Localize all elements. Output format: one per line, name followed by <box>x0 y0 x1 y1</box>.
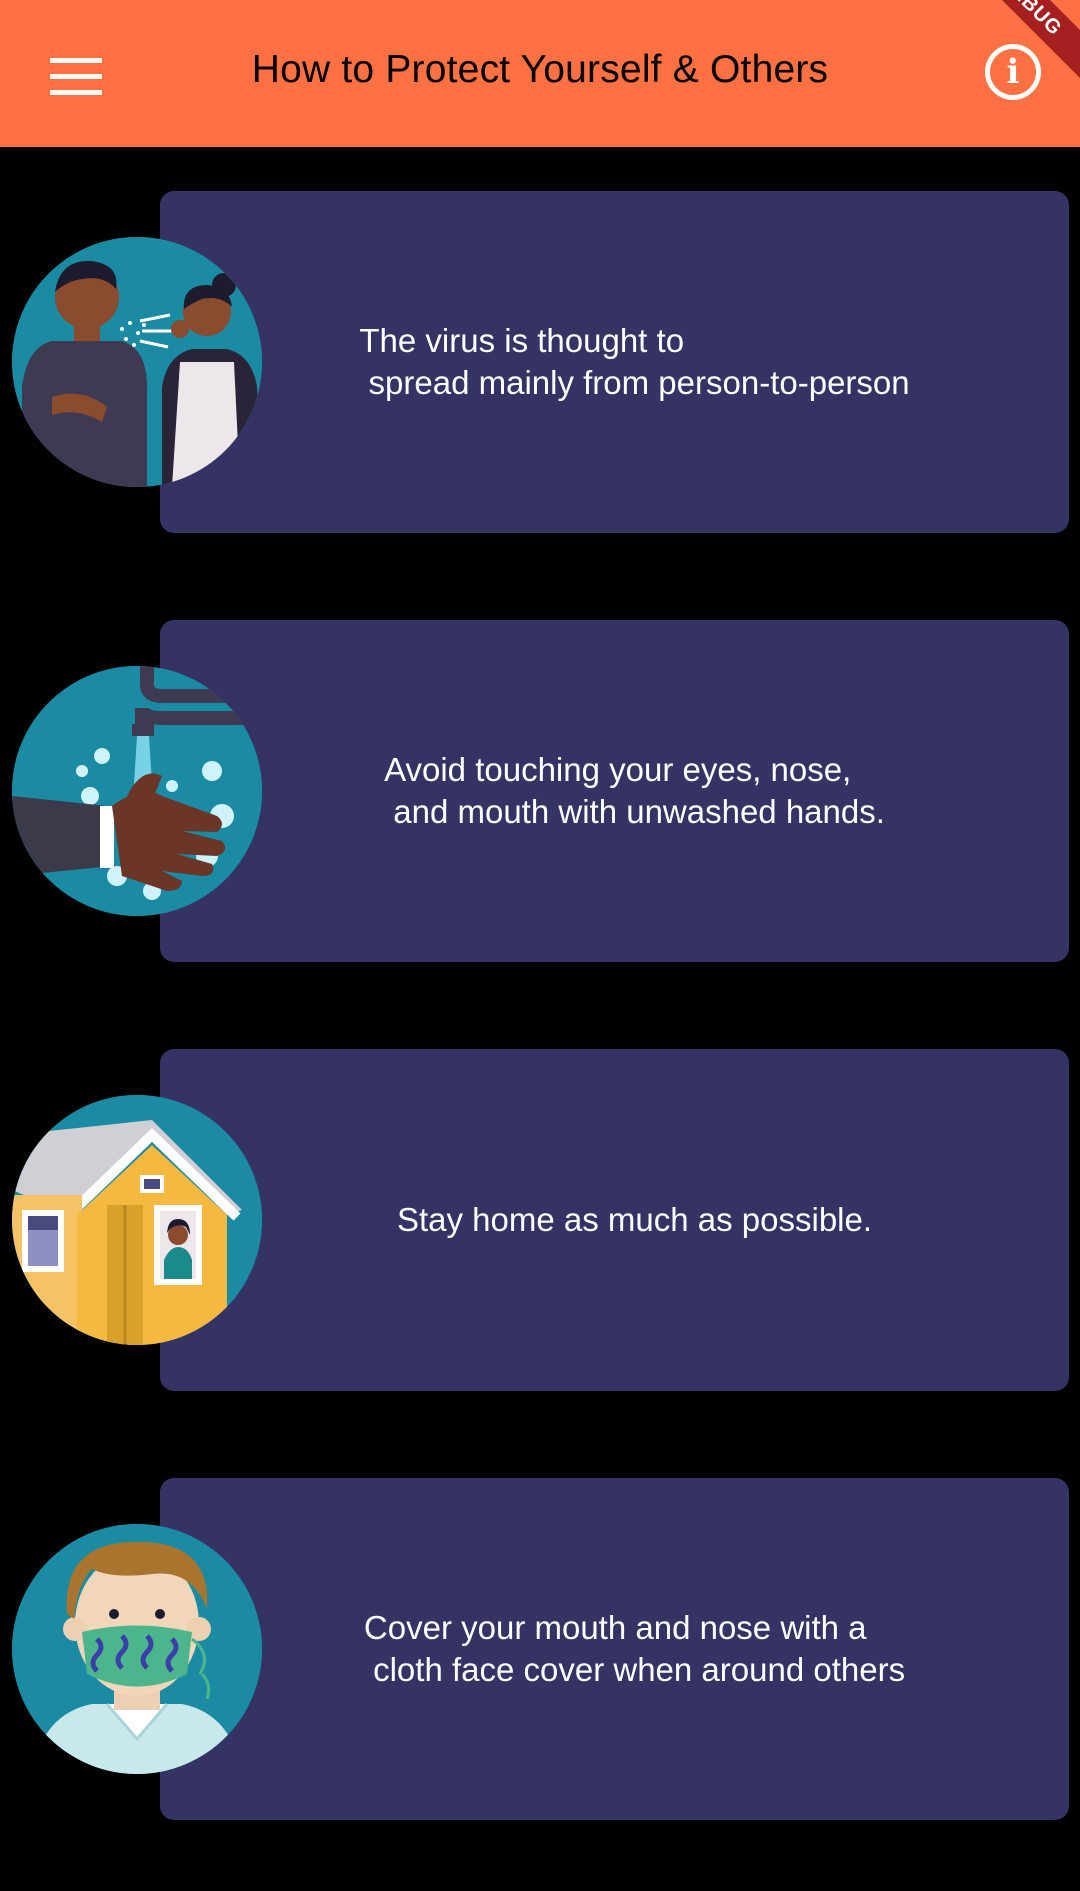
face-mask-illustration <box>12 1524 262 1774</box>
list-item[interactable]: The virus is thought to spread mainly fr… <box>0 191 1080 533</box>
app-bar: How to Protect Yourself & Others i DEBUG <box>0 0 1080 147</box>
info-circle-icon: i <box>1006 52 1020 92</box>
tip-card: The virus is thought to spread mainly fr… <box>160 191 1069 533</box>
people-coughing-illustration <box>12 237 262 487</box>
hamburger-menu-icon <box>50 57 102 63</box>
stay-home-illustration <box>12 1095 262 1345</box>
tip-card: Stay home as much as possible. <box>160 1049 1069 1391</box>
hand-washing-illustration <box>12 666 262 916</box>
list-item[interactable]: Stay home as much as possible. <box>0 1049 1080 1391</box>
tip-card: Avoid touching your eyes, nose, and mout… <box>160 620 1069 962</box>
hamburger-menu-icon <box>50 73 102 79</box>
tip-text: The virus is thought to spread mainly fr… <box>359 322 910 401</box>
hamburger-menu-icon <box>50 89 102 95</box>
tip-text: Cover your mouth and nose with a cloth f… <box>363 1609 906 1688</box>
tip-text: Stay home as much as possible. <box>396 1201 873 1238</box>
list-item[interactable]: Avoid touching your eyes, nose, and mout… <box>0 620 1080 962</box>
tip-text: Avoid touching your eyes, nose, and mout… <box>384 751 885 830</box>
list-item[interactable]: Cover your mouth and nose with a cloth f… <box>0 1478 1080 1820</box>
info-button[interactable]: i <box>985 44 1041 100</box>
menu-button[interactable] <box>40 40 112 112</box>
tip-card: Cover your mouth and nose with a cloth f… <box>160 1478 1069 1820</box>
page-title: How to Protect Yourself & Others <box>251 48 829 91</box>
